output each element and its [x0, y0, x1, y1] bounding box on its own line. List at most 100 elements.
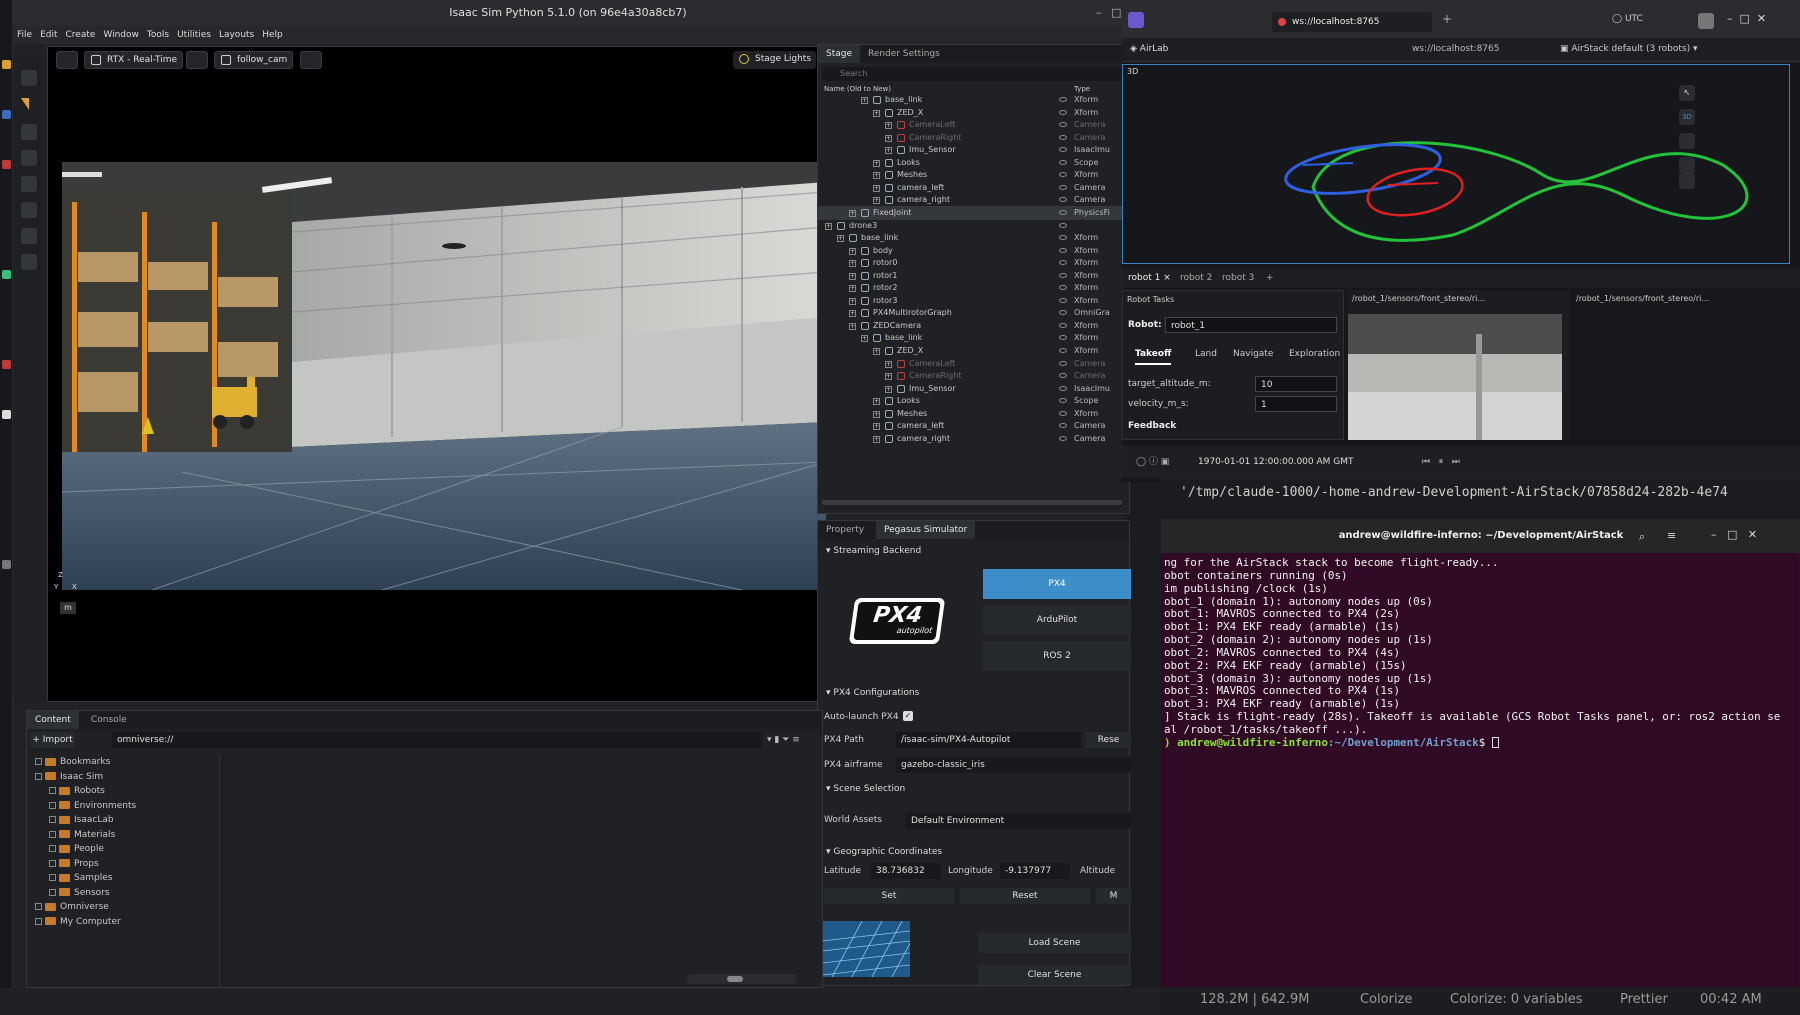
expand-icon[interactable]: + — [861, 97, 868, 104]
browser-tab[interactable]: ws://localhost:8765 — [1272, 12, 1432, 32]
expand-icon[interactable]: + — [885, 385, 892, 393]
minimize-icon[interactable]: – — [1096, 6, 1102, 19]
new-tab-icon[interactable]: + — [1442, 12, 1452, 26]
playback-controls[interactable]: ⏮ ⏸ ⏭ — [1422, 446, 1460, 478]
tab-console[interactable]: Console — [83, 711, 135, 729]
geo-reset-button[interactable]: Reset — [960, 888, 1090, 904]
content-tree-item[interactable]: IsaacLab — [49, 813, 114, 827]
expand-icon[interactable]: + — [849, 247, 856, 255]
foxglove-logo-icon[interactable] — [1128, 12, 1144, 28]
stage-scrollbar[interactable] — [822, 500, 1122, 505]
window-controls[interactable]: – □ ✕ — [1727, 12, 1766, 25]
dock-app-icon[interactable] — [2, 270, 11, 279]
menu-layouts[interactable]: Layouts — [219, 30, 254, 40]
visibility-eye-icon[interactable] — [1059, 247, 1067, 253]
expand-icon[interactable]: + — [849, 260, 856, 268]
px4-path-field[interactable]: /isaac-sim/PX4-Autopilot — [896, 732, 1081, 748]
visibility-eye-icon[interactable] — [1059, 122, 1067, 128]
expand-icon[interactable]: + — [885, 134, 892, 142]
content-tree-item[interactable]: My Computer — [35, 915, 121, 929]
tab-takeoff[interactable]: Takeoff — [1135, 345, 1172, 365]
expand-icon[interactable] — [49, 787, 56, 794]
expand-icon[interactable]: + — [885, 147, 892, 155]
tab-navigate[interactable]: Navigate — [1233, 345, 1273, 363]
workspace-name[interactable]: ◈ AirLab — [1130, 44, 1168, 54]
content-tree-item[interactable]: Bookmarks — [35, 755, 110, 769]
dock-app-icon[interactable] — [2, 160, 11, 169]
render-mode-button[interactable]: RTX - Real-Time — [84, 51, 184, 69]
visibility-eye-icon[interactable] — [1059, 272, 1067, 278]
publish-point-icon[interactable] — [1679, 157, 1695, 173]
expand-icon[interactable]: + — [873, 109, 880, 117]
visibility-eye-icon[interactable] — [1059, 285, 1067, 291]
visibility-eye-icon[interactable] — [1059, 97, 1067, 102]
section-geo-coordinates[interactable]: ▾ Geographic Coordinates — [826, 847, 942, 857]
expand-icon[interactable]: + — [873, 410, 880, 418]
visibility-eye-icon[interactable] — [1059, 197, 1067, 203]
backend-ros2-button[interactable]: ROS 2 — [983, 641, 1131, 671]
auto-launch-checkbox[interactable]: ✓ — [903, 711, 913, 721]
view-mode-button[interactable]: 3D — [1679, 109, 1695, 125]
menu-tools[interactable]: Tools — [147, 30, 169, 40]
timezone-label[interactable]: ◯ UTC — [1612, 14, 1643, 24]
filter-icon[interactable]: ▾ ▮ ⏷ ≡ — [767, 735, 800, 745]
import-button[interactable]: + Import — [30, 732, 75, 748]
colorize-vars[interactable]: Colorize: 0 variables — [1450, 988, 1583, 1012]
stage-tree-row[interactable]: + camera_right Camera — [818, 432, 1125, 446]
memory-status[interactable]: 128.2M | 642.9M — [1200, 988, 1310, 1012]
expand-icon[interactable]: + — [849, 310, 856, 318]
airframe-field[interactable]: gazebo-classic_iris — [896, 757, 1131, 773]
pause-icon[interactable] — [21, 228, 37, 244]
load-scene-button[interactable]: Load Scene — [978, 933, 1131, 953]
visibility-eye-icon[interactable] — [1059, 297, 1067, 303]
terminal-window-controls[interactable]: – □ ✕ — [1711, 528, 1757, 541]
tab-land[interactable]: Land — [1195, 345, 1217, 363]
visibility-eye-icon[interactable] — [1059, 235, 1067, 241]
menu-file[interactable]: File — [17, 30, 32, 40]
expand-icon[interactable]: + — [873, 423, 880, 431]
expand-icon[interactable]: + — [873, 348, 880, 355]
expand-icon[interactable]: + — [873, 184, 880, 192]
col-type[interactable]: Type — [1074, 85, 1090, 93]
latitude-field[interactable]: 38.736832 — [871, 863, 941, 879]
clear-scene-button[interactable]: Clear Scene — [978, 965, 1131, 985]
visibility-eye-icon[interactable] — [1059, 410, 1067, 416]
move-icon[interactable] — [21, 124, 37, 140]
expand-icon[interactable]: + — [849, 209, 856, 217]
expand-icon[interactable] — [49, 874, 56, 881]
stop-icon[interactable] — [21, 254, 37, 270]
expand-icon[interactable] — [49, 830, 56, 838]
expand-icon[interactable] — [49, 859, 56, 867]
expand-icon[interactable]: + — [849, 285, 856, 293]
dock-app-icon[interactable] — [2, 410, 11, 419]
stage-search-input[interactable]: Search — [822, 67, 1127, 81]
scale-icon[interactable] — [21, 176, 37, 192]
terminal-menu-icon[interactable]: ≡ — [1667, 529, 1676, 542]
menu-utilities[interactable]: Utilities — [177, 30, 211, 40]
visibility-eye-icon[interactable] — [1059, 310, 1067, 316]
visibility-eye-icon[interactable] — [1059, 335, 1067, 341]
tab-robot-1[interactable]: robot 1 × — [1128, 268, 1171, 288]
dock-app-icon[interactable] — [2, 110, 11, 119]
visibility-eye-icon[interactable] — [1059, 435, 1067, 441]
expand-icon[interactable]: + — [873, 398, 880, 406]
slider-handle[interactable] — [727, 976, 743, 982]
visibility-eye-icon[interactable] — [1059, 260, 1067, 266]
viewport[interactable]: RTX - Real-Time follow_cam Stage Lights — [47, 46, 826, 702]
px4-path-reset-button[interactable]: Rese — [1086, 732, 1131, 748]
longitude-field[interactable]: -9.137977 — [1000, 863, 1070, 879]
expand-icon[interactable]: + — [885, 122, 892, 130]
menu-help[interactable]: Help — [262, 30, 283, 40]
rotate-icon[interactable] — [21, 150, 37, 166]
panel-3d[interactable]: 3D ↖ 3D — [1122, 64, 1790, 264]
expand-icon[interactable] — [35, 758, 42, 765]
snap-icon[interactable] — [21, 202, 37, 218]
broadcast-icon[interactable] — [300, 51, 322, 69]
visibility-eye-icon[interactable] — [1059, 109, 1067, 115]
playback-icons[interactable]: ◯ ⓘ ▣ — [1136, 446, 1169, 478]
visibility-eye-icon[interactable] — [1059, 322, 1067, 328]
velocity-param-field[interactable]: 1 — [1255, 396, 1337, 412]
layout-selector[interactable]: ▣ AirStack default (3 robots) ▾ — [1560, 44, 1697, 54]
backend-ardupilot-button[interactable]: ArduPilot — [983, 605, 1131, 635]
expand-icon[interactable] — [35, 917, 42, 925]
